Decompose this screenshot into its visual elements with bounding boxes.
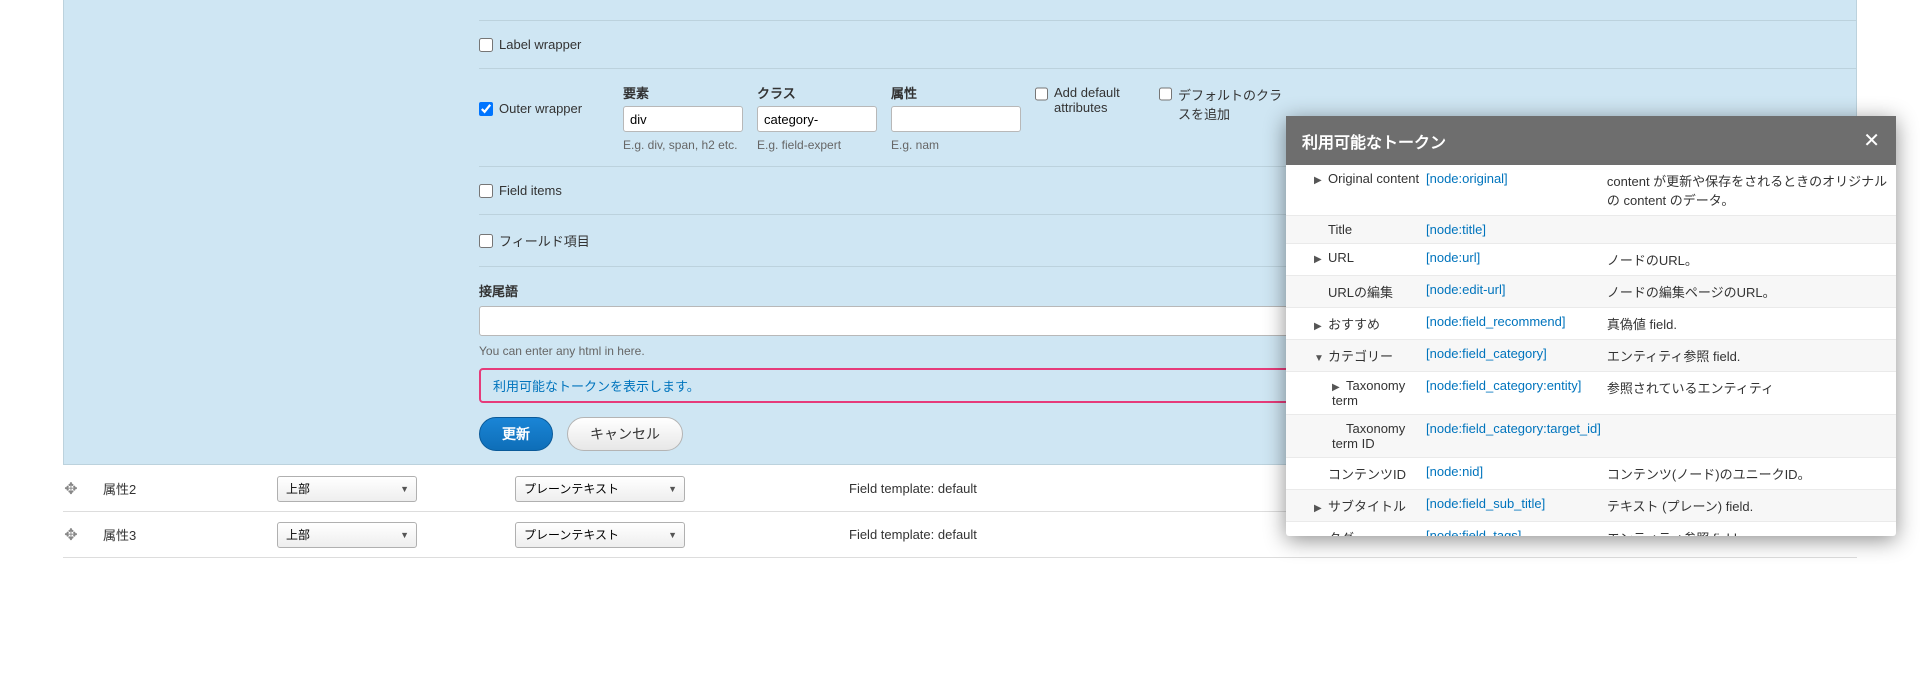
token-description: 真偽値 field. — [1607, 308, 1896, 340]
token-name: カテゴリー — [1328, 349, 1393, 364]
dialog-header[interactable]: 利用可能なトークン ✕ — [1286, 116, 1896, 165]
drag-handle-icon[interactable]: ✥ — [63, 525, 79, 545]
tokens-dialog: 利用可能なトークン ✕ ▶ Original content [node:origi… — [1286, 116, 1896, 536]
token-name: Taxonomy term ID — [1332, 421, 1405, 451]
attr-hint: E.g. nam — [891, 138, 1021, 152]
token-code[interactable]: [node:field_category:entity] — [1426, 378, 1581, 393]
token-code[interactable]: [node:edit-url] — [1426, 282, 1506, 297]
token-code[interactable]: [node:field_category] — [1426, 346, 1547, 361]
add-default-attrs-checkbox[interactable] — [1035, 87, 1048, 101]
token-name: Title — [1328, 222, 1352, 237]
update-button[interactable]: 更新 — [479, 417, 553, 451]
token-description: コンテンツ(ノード)のユニークID。 — [1607, 458, 1896, 490]
token-code[interactable]: [node:url] — [1426, 250, 1480, 265]
field-template-label: Field template: default — [849, 481, 977, 496]
token-name: コンテンツID — [1328, 467, 1406, 482]
token-name: タグ — [1328, 531, 1354, 536]
tree-toggle-icon[interactable]: ▶ — [1314, 175, 1324, 186]
tree-toggle-icon[interactable]: ▶ — [1314, 321, 1324, 332]
token-code[interactable]: [node:field_category:target_id] — [1426, 421, 1601, 436]
tree-toggle-icon[interactable]: ▼ — [1314, 353, 1324, 364]
token-row[interactable]: Title [node:title] — [1286, 216, 1896, 244]
outer-wrapper-label: Outer wrapper — [499, 101, 582, 116]
drag-handle-icon[interactable]: ✥ — [63, 479, 79, 499]
token-code[interactable]: [node:field_recommend] — [1426, 314, 1565, 329]
token-code[interactable]: [node:field_tags] — [1426, 528, 1521, 536]
add-default-attrs-label: Add default attributes — [1054, 85, 1145, 115]
field-item-checkbox[interactable] — [479, 234, 493, 248]
class-hint: E.g. field-expert — [757, 138, 877, 152]
class-label: クラス — [757, 83, 877, 102]
add-default-classes-label: デフォルトのクラスを追加 — [1178, 85, 1289, 123]
field-name: 属性2 — [103, 479, 253, 498]
token-description: テキスト (プレーン) field. — [1607, 490, 1896, 522]
token-row[interactable]: ▶ URL [node:url] ノードのURL。 — [1286, 244, 1896, 276]
token-row[interactable]: ▶ Original content [node:original] content … — [1286, 165, 1896, 216]
token-description — [1607, 415, 1896, 458]
tree-toggle-icon[interactable]: ▶ — [1314, 503, 1324, 514]
field-items-checkbox[interactable] — [479, 184, 493, 198]
token-row[interactable]: URLの編集 [node:edit-url] ノードの編集ページのURL。 — [1286, 276, 1896, 308]
token-row[interactable]: ▶Taxonomy term [node:field_category:entit… — [1286, 372, 1896, 415]
position-select[interactable]: 上部 — [277, 476, 417, 502]
token-description: エンティティ参照 field. — [1607, 340, 1896, 372]
token-name: URL — [1328, 250, 1354, 265]
token-description: 参照されているエンティティ — [1607, 372, 1896, 415]
formatter-select[interactable]: プレーンテキスト — [515, 522, 685, 548]
dialog-title: 利用可能なトークン — [1302, 129, 1446, 153]
field-name: 属性3 — [103, 525, 253, 544]
tree-toggle-icon[interactable]: ▶ — [1332, 382, 1342, 393]
token-description: ノードの編集ページのURL。 — [1607, 276, 1896, 308]
attr-label: 属性 — [891, 83, 1021, 102]
position-select[interactable]: 上部 — [277, 522, 417, 548]
label-wrapper-checkbox[interactable] — [479, 38, 493, 52]
element-hint: E.g. div, span, h2 etc. — [623, 138, 743, 152]
token-name: URLの編集 — [1328, 285, 1393, 300]
token-row[interactable]: ▼ カテゴリー [node:field_category] エンティティ参照 fiel… — [1286, 340, 1896, 372]
token-code[interactable]: [node:title] — [1426, 222, 1486, 237]
token-name: おすすめ — [1328, 317, 1380, 332]
close-icon[interactable]: ✕ — [1863, 128, 1880, 153]
outer-wrapper-checkbox[interactable] — [479, 102, 493, 116]
element-label: 要素 — [623, 83, 743, 102]
field-item-label: フィールド項目 — [499, 231, 590, 250]
field-items-label: Field items — [499, 183, 562, 198]
tree-toggle-icon[interactable]: ▶ — [1314, 254, 1324, 265]
attr-input[interactable] — [891, 106, 1021, 132]
token-description: content が更新や保存をされるときのオリジナルの content のデータ… — [1607, 165, 1896, 216]
class-input[interactable] — [757, 106, 877, 132]
token-row[interactable]: Taxonomy term ID [node:field_category:tar… — [1286, 415, 1896, 458]
token-code[interactable]: [node:field_sub_title] — [1426, 496, 1545, 511]
token-row[interactable]: ▶ おすすめ [node:field_recommend] 真偽値 field. — [1286, 308, 1896, 340]
token-description: エンティティ参照 field. — [1607, 522, 1896, 537]
token-name: Original content — [1328, 171, 1419, 186]
token-description — [1607, 216, 1896, 244]
token-code[interactable]: [node:original] — [1426, 171, 1508, 186]
token-row[interactable]: コンテンツID [node:nid] コンテンツ(ノード)のユニークID。 — [1286, 458, 1896, 490]
element-input[interactable] — [623, 106, 743, 132]
label-wrapper-label: Label wrapper — [499, 37, 581, 52]
field-template-label: Field template: default — [849, 527, 977, 542]
token-name: サブタイトル — [1328, 499, 1406, 514]
cancel-button[interactable]: キャンセル — [567, 417, 683, 451]
dialog-body[interactable]: ▶ Original content [node:original] content … — [1286, 165, 1896, 536]
tokens-table: ▶ Original content [node:original] content … — [1286, 165, 1896, 536]
token-code[interactable]: [node:nid] — [1426, 464, 1483, 479]
tree-toggle-icon[interactable]: ▶ — [1314, 535, 1324, 536]
token-name: Taxonomy term — [1332, 378, 1405, 408]
token-description: ノードのURL。 — [1607, 244, 1896, 276]
token-row[interactable]: ▶ サブタイトル [node:field_sub_title] テキスト (プレーン)… — [1286, 490, 1896, 522]
add-default-classes-checkbox[interactable] — [1159, 87, 1172, 101]
formatter-select[interactable]: プレーンテキスト — [515, 476, 685, 502]
token-row[interactable]: ▶ タグ [node:field_tags] エンティティ参照 field. — [1286, 522, 1896, 537]
